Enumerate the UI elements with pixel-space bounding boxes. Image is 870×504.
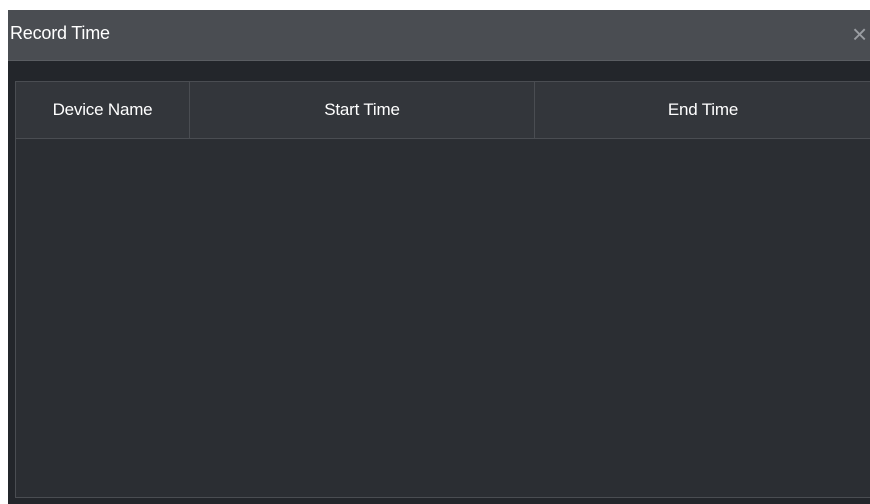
close-icon[interactable]: ×	[852, 19, 870, 49]
dialog-titlebar: Record Time ×	[8, 10, 870, 61]
table-body	[16, 139, 870, 497]
record-time-table: Device Name Start Time End Time	[15, 81, 870, 498]
column-header-end-time[interactable]: End Time	[535, 82, 870, 138]
column-header-device-name[interactable]: Device Name	[16, 82, 190, 138]
record-time-dialog: Record Time × Device Name Start Time End…	[8, 10, 870, 504]
table-header: Device Name Start Time End Time	[16, 82, 870, 139]
column-header-start-time[interactable]: Start Time	[190, 82, 535, 138]
dialog-title: Record Time	[10, 23, 110, 43]
